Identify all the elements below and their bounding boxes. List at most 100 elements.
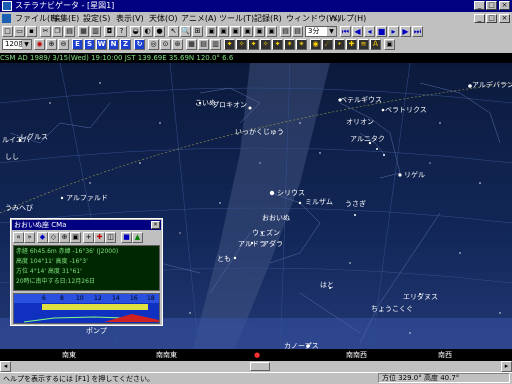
scroll-thumb[interactable] [250,362,270,371]
center-object-icon[interactable]: ◎ [148,39,159,50]
horizon-icon[interactable]: ◒ [130,26,141,37]
view-stars-icon[interactable]: ▣ [230,26,241,37]
open-folder-icon[interactable]: ▭ [14,26,25,37]
direction-n-button[interactable]: N [108,39,119,50]
panel-mark-icon[interactable]: ✚ [94,232,105,243]
lock-icon[interactable]: ◘ [104,26,115,37]
paste-icon[interactable]: ▤ [64,26,75,37]
play-icon[interactable]: ▸ [388,26,399,37]
view-const-icon[interactable]: ▣ [266,26,277,37]
fullscreen-icon[interactable]: ▣ [206,26,217,37]
maximize-button[interactable]: □ [486,1,497,10]
panel-link-icon[interactable]: ⊕ [59,232,70,243]
view-milkyway-icon[interactable]: ▣ [254,26,265,37]
panel-close-button[interactable]: × [151,221,160,229]
panel-back-icon[interactable]: « [13,232,24,243]
menu-view[interactable]: 表示(V) [116,12,144,25]
planet-icon[interactable]: ● [154,26,165,37]
ecliptic-icon[interactable]: ▤ [198,39,209,50]
zoom-out-icon[interactable]: ⊖ [58,39,69,50]
panel-diamond-icon[interactable]: ◆ [37,232,48,243]
compass-icon[interactable]: ⊛ [172,39,183,50]
chevron-down-icon: ▼ [22,40,31,49]
panel-image-icon[interactable]: ▣ [70,232,81,243]
select-icon[interactable]: ⊞ [192,26,203,37]
direction-w-button[interactable]: W [96,39,107,50]
labels-icon[interactable]: Ａ [370,39,381,50]
star-mode-1-icon[interactable]: ✦ [224,39,235,50]
step-forward-icon[interactable]: ▶ [400,26,411,37]
menu-tools[interactable]: ツール(T) [219,12,254,25]
panel-grid-icon[interactable]: ◫ [105,232,116,243]
milky-way-icon[interactable]: ≋ [358,39,369,50]
play-back-icon[interactable]: ◂ [364,26,375,37]
star-mode-4-icon[interactable]: ✧ [260,39,271,50]
pointer-icon[interactable]: ↖ [168,26,179,37]
zenith-button[interactable]: Z [120,39,131,50]
doc-minimize-button[interactable]: _ [474,14,485,23]
rotate-icon[interactable]: ↻ [134,39,145,50]
document-icon[interactable] [2,14,11,23]
menu-edit[interactable]: 編集(E) [52,12,79,25]
star-mode-3-icon[interactable]: ✦ [248,39,259,50]
scroll-right-icon[interactable]: ▸ [501,361,512,372]
rewind-start-icon[interactable]: ⏮ [340,26,351,37]
print-icon[interactable]: ▦ [78,26,89,37]
minimize-button[interactable]: _ [474,1,485,10]
step-select[interactable]: 3分 ▼ [305,26,337,37]
help-icon[interactable]: ? [116,26,127,37]
scale-12: 12 [94,295,102,302]
save-icon[interactable]: ▪ [26,26,37,37]
panel-chart-icon[interactable]: ■ [121,232,132,243]
scroll-left-icon[interactable]: ◂ [0,361,11,372]
zoom-select[interactable]: 120度 ▼ [2,39,32,50]
panel-add-icon[interactable]: + [83,232,94,243]
asteroid-icon[interactable]: • [334,39,345,50]
label-adhara: アダラ [262,240,283,248]
panel-photo-icon[interactable]: ▲ [132,232,143,243]
menu-help[interactable]: ヘルプ(H) [330,12,366,25]
close-button[interactable]: × [499,1,510,10]
list-icon[interactable]: ▤ [292,26,303,37]
view-landscape-icon[interactable]: ▣ [242,26,253,37]
direction-s-button[interactable]: S [84,39,95,50]
panel-forward-icon[interactable]: » [24,232,35,243]
equatorial-icon[interactable]: ◐ [142,26,153,37]
copy-icon[interactable]: ❐ [52,26,63,37]
landscape-icon[interactable]: ▥ [210,39,221,50]
star-mode-2-icon[interactable]: ✧ [236,39,247,50]
grid-icon[interactable]: ▦ [186,39,197,50]
chart-icon[interactable]: ▤ [280,26,291,37]
satellite-icon[interactable]: ✚ [346,39,357,50]
north-up-icon[interactable]: ⊙ [160,39,171,50]
zoom-icon[interactable]: 🔍 [180,26,191,37]
star-mode-5-icon[interactable]: ✦ [272,39,283,50]
nebula-icon[interactable]: ✶ [284,39,295,50]
stop-icon[interactable]: ■ [376,26,387,37]
direction-e-button[interactable]: E [72,39,83,50]
planet-mode-icon[interactable]: ◉ [310,39,321,50]
target-icon[interactable]: ◉ [34,39,45,50]
menu-animation[interactable]: アニメ(A) [181,12,217,25]
view-red-icon[interactable]: ▣ [218,26,229,37]
menu-object[interactable]: 天体(O) [149,12,178,25]
label-alphard: アルファルド [66,194,108,202]
dir-south-marker: ● [254,351,261,359]
doc-close-button[interactable]: × [499,14,510,23]
menu-record[interactable]: 記録(R) [254,12,282,25]
panel-scope-icon[interactable]: ◇ [48,232,59,243]
forward-end-icon[interactable]: ⏭ [412,26,423,37]
step-back-icon[interactable]: ◀ [352,26,363,37]
cut-icon[interactable]: ✂ [40,26,51,37]
label-bellatrix: ベラトリクス [385,106,427,114]
new-file-icon[interactable]: □ [2,26,13,37]
preview-icon[interactable]: ▥ [90,26,101,37]
zoom-in-icon[interactable]: ⊕ [46,39,57,50]
comet-icon[interactable]: ☄ [322,39,333,50]
galaxy-icon[interactable]: ✴ [296,39,307,50]
horizontal-scrollbar[interactable]: ◂ ▸ [0,361,512,372]
doc-restore-button[interactable]: □ [486,14,497,23]
menu-settings[interactable]: 設定(S) [83,12,110,25]
settings-icon[interactable]: ▣ [384,39,395,50]
status-bar: ヘルプを表示するには [F1] を押してください。 方位 329.0° 高度 4… [0,372,512,384]
